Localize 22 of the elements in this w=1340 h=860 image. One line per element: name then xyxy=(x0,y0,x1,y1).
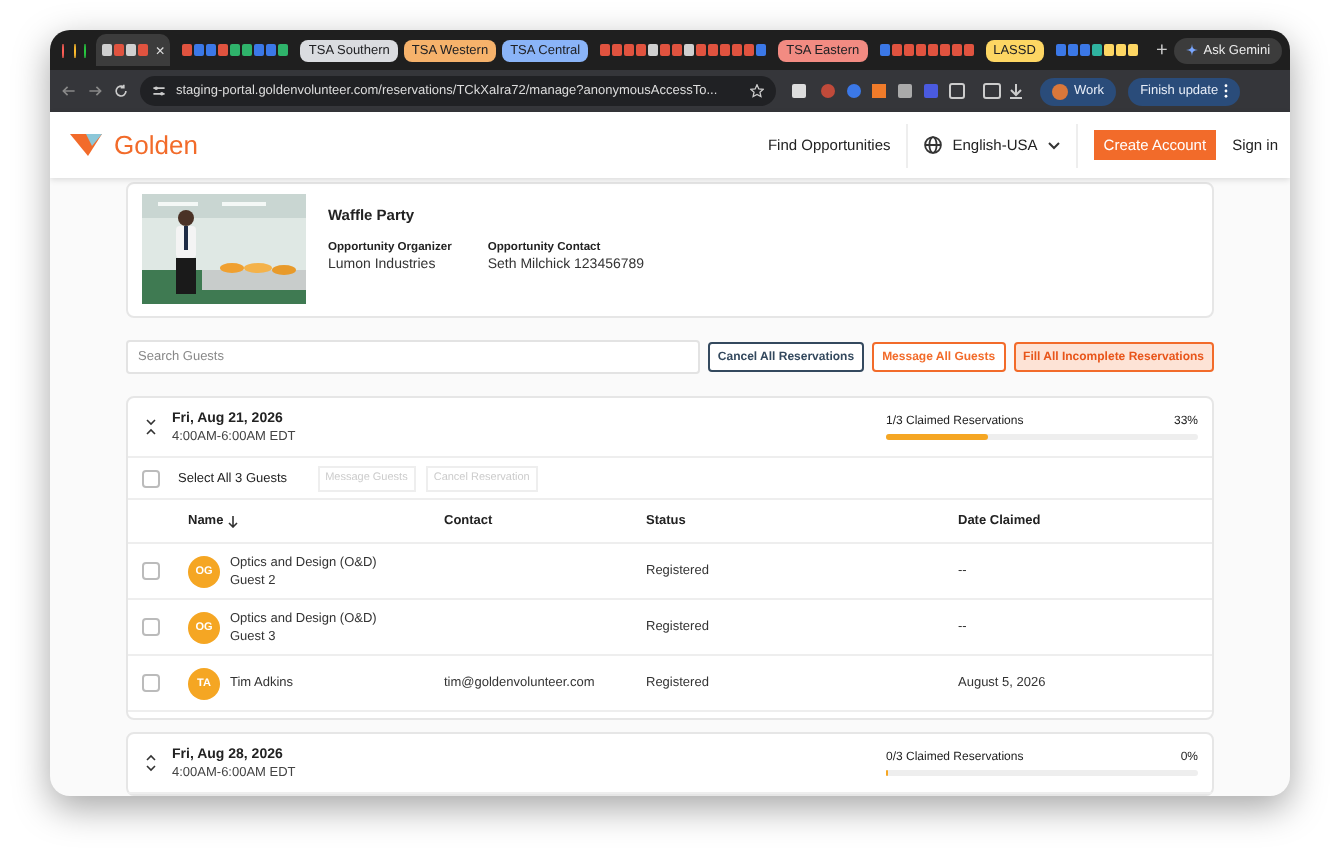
checkbox[interactable] xyxy=(142,562,160,580)
logo-text: Golden xyxy=(114,130,198,160)
star-icon[interactable] xyxy=(750,84,764,98)
new-tab-button[interactable]: + xyxy=(1155,39,1168,61)
expand-icon[interactable] xyxy=(146,754,156,772)
more-icon xyxy=(1224,84,1229,98)
globe-icon xyxy=(924,136,943,154)
chevron-down-icon xyxy=(1047,141,1060,149)
checkbox[interactable] xyxy=(142,674,160,692)
site-settings-icon[interactable] xyxy=(152,84,166,98)
checkbox[interactable] xyxy=(142,469,160,487)
avatar-icon xyxy=(1052,83,1068,99)
browser-tab[interactable]: × xyxy=(95,34,171,66)
sparkle-icon xyxy=(1185,44,1198,56)
close-tab-icon[interactable]: × xyxy=(155,41,165,59)
forward-icon[interactable] xyxy=(88,84,102,98)
checkbox[interactable] xyxy=(142,618,160,636)
sort-arrow-icon[interactable] xyxy=(227,515,238,527)
collapse-icon[interactable] xyxy=(146,418,156,436)
logo-icon xyxy=(70,134,102,156)
reload-icon[interactable] xyxy=(114,84,128,98)
back-icon[interactable] xyxy=(62,84,76,98)
